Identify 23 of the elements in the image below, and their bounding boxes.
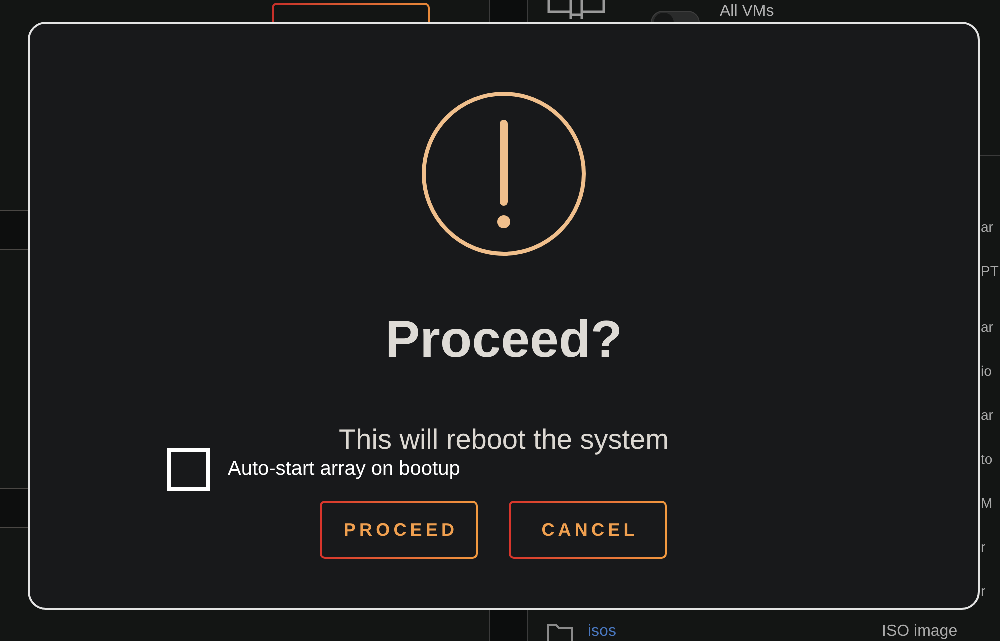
outlined-button[interactable] (272, 3, 430, 24)
dialog-message: This will reboot the system (339, 424, 669, 456)
table-cell-text: ar (981, 218, 994, 236)
table-cell-text: PT (981, 262, 999, 280)
table-cell-text: to (981, 450, 993, 468)
share-description: ISO image (882, 622, 958, 641)
table-cell-text: ar (981, 406, 994, 424)
dialog-button[interactable]: CANCEL (509, 501, 667, 559)
checkbox-label: Auto-start array on bootup (228, 458, 460, 481)
table-cell-text: r (981, 538, 986, 556)
folder-icon (547, 624, 573, 641)
dialog-button[interactable]: PROCEED (320, 501, 478, 559)
toggle-label: All VMs (720, 2, 774, 21)
toggle-switch[interactable] (651, 11, 700, 23)
warning-icon (421, 91, 587, 257)
share-link[interactable]: isos (588, 622, 616, 641)
connected-boxes-icon (547, 0, 606, 19)
table-cell-text: ar (981, 318, 994, 336)
table-cell-text: r (981, 582, 986, 600)
checkbox[interactable] (167, 448, 210, 491)
table-cell-text: io (981, 362, 992, 380)
table-cell-text: M (981, 494, 993, 512)
dialog-title: Proceed? (386, 310, 622, 371)
